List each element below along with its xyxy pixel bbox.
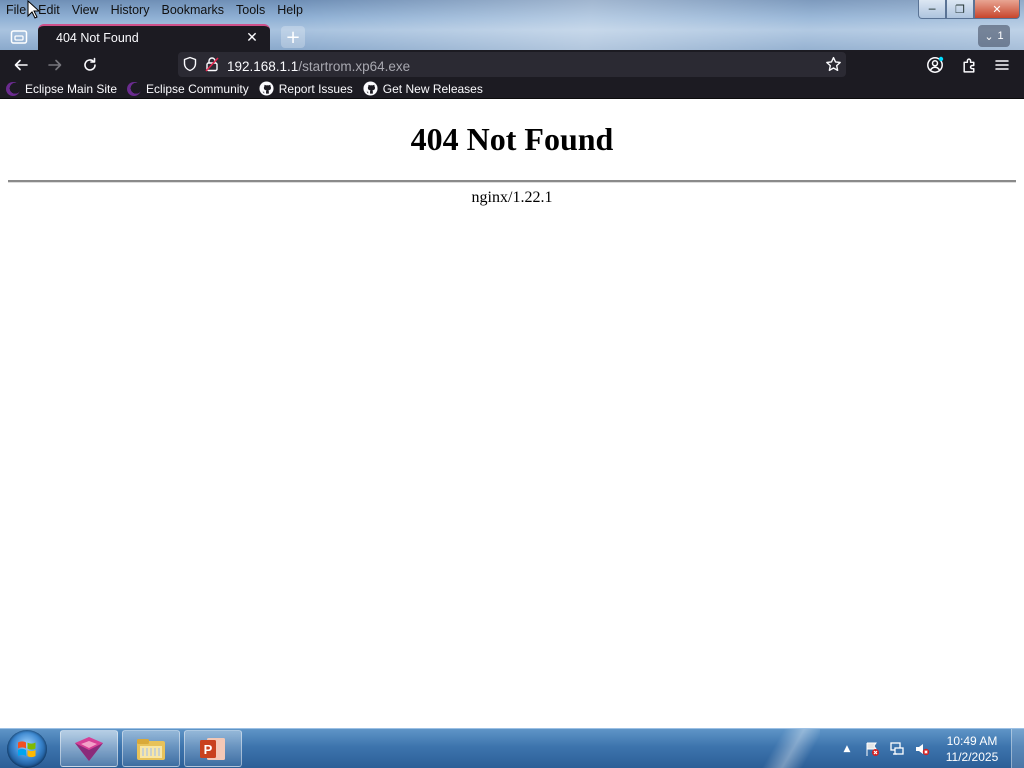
plus-icon: + — [285, 26, 301, 48]
network-icon — [890, 742, 904, 755]
bookmark-label: Report Issues — [278, 81, 353, 96]
bookmark-get-new-releases[interactable]: Get New Releases — [363, 81, 483, 96]
bookmark-label: Eclipse Main Site — [25, 81, 118, 96]
github-icon — [363, 81, 378, 96]
bookmark-eclipse-main-site[interactable]: Eclipse Main Site — [6, 81, 118, 96]
menu-bookmarks[interactable]: Bookmarks — [155, 0, 230, 20]
browser-fox-icon — [75, 736, 103, 761]
tab-title: 404 Not Found — [56, 31, 139, 45]
app-menu-button[interactable] — [989, 52, 1015, 78]
window-controls: ─ ❐ ✕ — [918, 0, 1020, 19]
tab-strip: 404 Not Found ✕ + ⌄ 1 — [0, 22, 1024, 50]
chevron-up-icon: ▲ — [843, 744, 851, 754]
page-heading: 404 Not Found — [410, 121, 614, 157]
action-center-tray[interactable] — [862, 739, 882, 759]
show-desktop-button[interactable] — [1011, 729, 1024, 768]
menu-history[interactable]: History — [105, 0, 156, 20]
taskbar-browser[interactable] — [60, 730, 118, 767]
restore-button[interactable]: ❐ — [946, 0, 974, 19]
close-icon: ✕ — [992, 2, 1002, 16]
list-all-tabs-button[interactable]: ⌄ 1 — [978, 25, 1010, 47]
star-bookmark-icon[interactable] — [825, 56, 842, 73]
bookmark-eclipse-community[interactable]: Eclipse Community — [127, 81, 249, 96]
window-titlebar: File Edit View History Bookmarks Tools H… — [0, 0, 1024, 50]
address-bar[interactable]: 192.168.1.1/startrom.xp64.exe — [178, 52, 846, 77]
volume-tray[interactable] — [912, 739, 932, 759]
folder-icon — [137, 738, 165, 760]
tab-count: 1 — [997, 30, 1004, 42]
restore-icon: ❐ — [955, 2, 965, 16]
menu-tools[interactable]: Tools — [230, 0, 271, 20]
start-button[interactable] — [7, 730, 47, 768]
forward-arrow-icon — [48, 59, 62, 71]
tab-404-not-found[interactable]: 404 Not Found ✕ — [38, 24, 270, 50]
tab-close-icon[interactable]: ✕ — [244, 30, 260, 46]
url-path: /startrom.xp64.exe — [298, 59, 411, 74]
forward-button[interactable] — [42, 52, 68, 78]
url-text[interactable]: 192.168.1.1/startrom.xp64.exe — [227, 56, 410, 75]
mouse-cursor-icon — [27, 0, 39, 19]
bookmark-label: Get New Releases — [382, 81, 483, 96]
back-button[interactable] — [8, 52, 34, 78]
page-content: 404 Not Found nginx/1.22.1 — [0, 99, 1024, 728]
show-hidden-icons-button[interactable]: ▲ — [837, 739, 857, 759]
shield-icon[interactable] — [182, 56, 198, 72]
divider — [8, 180, 1016, 183]
bookmark-label: Eclipse Community — [146, 81, 249, 96]
clock-time: 10:49 AM — [946, 734, 998, 748]
menu-view[interactable]: View — [66, 0, 105, 20]
hamburger-menu-icon — [995, 60, 1009, 70]
powerpoint-icon: P — [200, 737, 225, 760]
minimize-button[interactable]: ─ — [918, 0, 946, 19]
new-tab-button[interactable]: + — [281, 26, 305, 48]
chevron-down-icon: ⌄ — [984, 30, 994, 43]
flag-error-icon — [866, 742, 879, 756]
extensions-button[interactable] — [956, 52, 982, 78]
volume-muted-icon — [916, 744, 930, 756]
puzzle-extensions-icon — [962, 57, 974, 73]
windows-logo-icon — [18, 741, 36, 758]
taskbar-powerpoint[interactable]: P — [184, 730, 242, 767]
menu-bar: File Edit View History Bookmarks Tools H… — [0, 0, 309, 20]
eclipse-icon — [127, 81, 142, 96]
menu-help[interactable]: Help — [271, 0, 309, 20]
taskbar-file-explorer[interactable] — [122, 730, 180, 767]
account-button[interactable] — [922, 52, 948, 78]
url-host: 192.168.1.1 — [227, 59, 299, 74]
reload-icon — [84, 57, 96, 71]
back-arrow-icon — [14, 59, 28, 71]
reload-button[interactable] — [77, 52, 103, 78]
tab-list-icon — [10, 30, 28, 44]
bookmark-report-issues[interactable]: Report Issues — [259, 81, 353, 96]
firefox-view-button[interactable] — [6, 25, 32, 49]
lock-insecure-icon[interactable] — [204, 56, 220, 72]
taskbar: P ▲ 10:49 AM 11/2/2025 — [0, 728, 1024, 768]
minimize-icon: ─ — [928, 2, 936, 16]
clock[interactable]: 10:49 AM 11/2/2025 — [937, 733, 1007, 765]
svg-text:P: P — [204, 742, 213, 757]
account-icon — [927, 56, 944, 73]
bookmarks-toolbar: Eclipse Main Site Eclipse Community Repo… — [0, 79, 1024, 99]
clock-date: 11/2/2025 — [945, 750, 999, 764]
system-tray: ▲ 10:49 AM 11/2/2025 — [837, 729, 1024, 768]
eclipse-icon — [6, 81, 20, 96]
close-window-button[interactable]: ✕ — [974, 0, 1020, 19]
navigation-toolbar: 192.168.1.1/startrom.xp64.exe — [0, 50, 1024, 79]
network-tray[interactable] — [887, 739, 907, 759]
server-signature: nginx/1.22.1 — [471, 189, 553, 206]
github-icon — [259, 81, 274, 96]
